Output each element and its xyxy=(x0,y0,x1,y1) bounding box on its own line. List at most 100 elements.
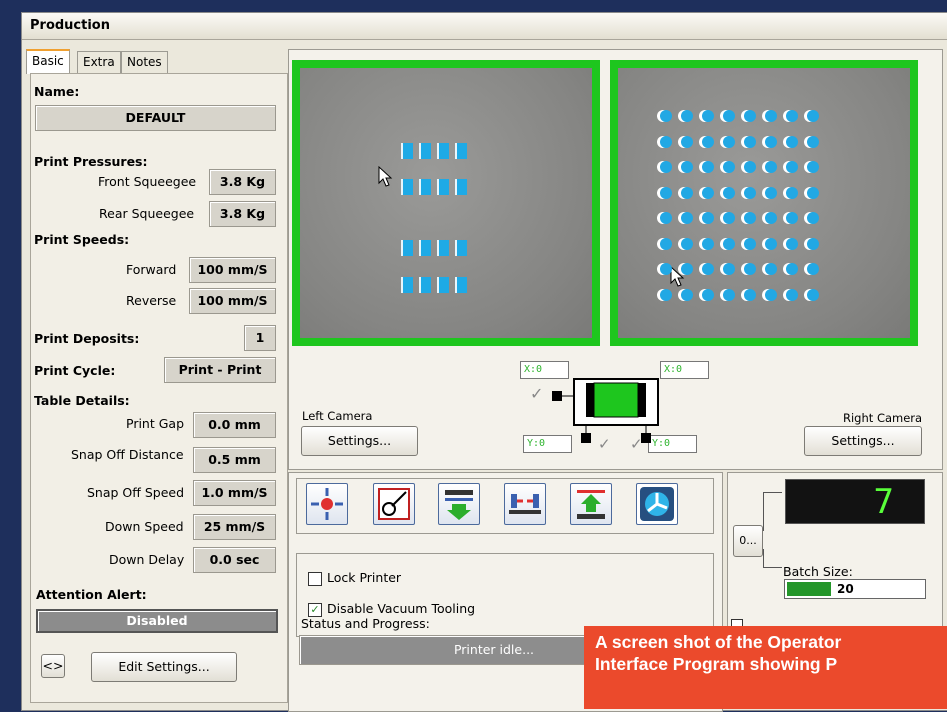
stencil-align-icon[interactable] xyxy=(504,483,546,525)
partial-checkbox[interactable] xyxy=(731,619,743,626)
svg-text:✓: ✓ xyxy=(630,435,643,451)
name-value: DEFAULT xyxy=(35,105,276,131)
solder-dot xyxy=(786,110,798,122)
batch-size-label: Batch Size: xyxy=(783,564,853,579)
solder-dot xyxy=(723,110,735,122)
snap-off-speed-label: Snap Off Speed xyxy=(87,485,185,500)
left-camera-image xyxy=(300,68,592,338)
counter-bracket-bottom xyxy=(763,549,782,568)
attention-alert-label: Attention Alert: xyxy=(36,587,147,602)
print-deposits-label: Print Deposits: xyxy=(34,331,140,346)
solder-dot xyxy=(786,237,798,250)
solder-dot xyxy=(681,110,693,122)
solder-dot xyxy=(807,110,819,122)
svg-text:✓: ✓ xyxy=(598,435,611,451)
right-camera-view xyxy=(610,60,918,346)
solder-dot xyxy=(744,110,756,122)
solder-dot xyxy=(660,186,672,199)
print-cycle-value: Print - Print xyxy=(164,357,276,383)
solder-dot xyxy=(723,161,735,173)
down-delay-label: Down Delay xyxy=(109,552,185,567)
squeegee-icon[interactable] xyxy=(373,483,415,525)
printer-diagram-icon: ✓ ✓ ✓ xyxy=(530,378,659,451)
fan-icon[interactable] xyxy=(636,483,678,525)
rear-squeegee-label: Rear Squeegee xyxy=(99,206,195,221)
solder-dot xyxy=(702,135,714,148)
print-gap-value: 0.0 mm xyxy=(193,412,276,438)
solder-dot xyxy=(765,161,777,173)
forward-speed-value: 100 mm/S xyxy=(189,257,276,283)
solder-dot xyxy=(765,263,777,275)
solder-dot xyxy=(786,263,798,275)
solder-dot xyxy=(786,212,798,224)
solder-dot xyxy=(681,186,693,199)
snap-off-distance-value: 0.5 mm xyxy=(193,447,276,473)
left-camera-view xyxy=(292,60,600,346)
unload-board-icon[interactable] xyxy=(570,483,612,525)
right-camera-settings-button[interactable]: Settings... xyxy=(804,426,922,456)
counter-bracket-top xyxy=(763,492,782,531)
attention-alert-value: Disabled xyxy=(36,609,278,633)
batch-size-field[interactable]: 20 xyxy=(784,579,926,599)
status-label: Status and Progress: xyxy=(301,616,430,631)
solder-dot xyxy=(702,263,714,275)
front-squeegee-value: 3.8 Kg xyxy=(209,169,276,195)
solder-dot xyxy=(807,186,819,199)
solder-dot xyxy=(681,161,693,173)
toggle-panel-button[interactable]: <> xyxy=(41,654,65,678)
left-camera-settings-button[interactable]: Settings... xyxy=(301,426,418,456)
solder-dot xyxy=(723,135,735,148)
tab-basic[interactable]: Basic xyxy=(26,49,70,74)
edit-settings-button[interactable]: Edit Settings... xyxy=(91,652,237,682)
solder-dot xyxy=(660,161,672,173)
forward-label: Forward xyxy=(126,262,177,277)
solder-dot xyxy=(660,263,672,275)
table-details-label: Table Details: xyxy=(34,393,130,408)
production-window: Production Basic Extra Notes Name: DEFAU… xyxy=(21,12,947,712)
svg-text:✓: ✓ xyxy=(530,384,543,403)
solder-dot xyxy=(765,186,777,199)
align-target-icon[interactable] xyxy=(306,483,348,525)
solder-dot xyxy=(681,288,693,301)
print-deposits-value: 1 xyxy=(244,325,276,351)
batch-size-value: 20 xyxy=(837,582,854,596)
snap-off-distance-label: Snap Off Distance xyxy=(71,447,184,462)
solder-dot xyxy=(807,263,819,275)
disable-vacuum-checkbox[interactable]: ✓ xyxy=(308,603,322,617)
solder-dot xyxy=(786,161,798,173)
snap-off-speed-value: 1.0 mm/S xyxy=(193,480,276,506)
solder-dot xyxy=(807,161,819,173)
basic-settings-panel: Name: DEFAULT Print Pressures: Front Squ… xyxy=(30,73,288,703)
name-label: Name: xyxy=(34,84,80,99)
down-speed-value: 25 mm/S xyxy=(193,514,276,540)
load-board-icon[interactable] xyxy=(438,483,480,525)
solder-dot xyxy=(807,288,819,301)
solder-dot xyxy=(723,237,735,250)
solder-dot xyxy=(702,110,714,122)
down-delay-value: 0.0 sec xyxy=(193,547,276,573)
solder-dot xyxy=(681,237,693,250)
tab-notes[interactable]: Notes xyxy=(121,51,168,73)
solder-dot xyxy=(681,135,693,148)
batch-reset-button[interactable]: 0... xyxy=(733,525,763,557)
solder-dot xyxy=(660,237,672,250)
solder-dot xyxy=(807,135,819,148)
tab-extra[interactable]: Extra xyxy=(77,51,121,73)
solder-dot xyxy=(744,237,756,250)
caption-line-1: A screen shot of the Operator xyxy=(595,632,842,652)
solder-dot xyxy=(744,288,756,301)
solder-dot xyxy=(723,263,735,275)
solder-dot xyxy=(660,135,672,148)
solder-dot xyxy=(723,288,735,301)
solder-dot xyxy=(744,135,756,148)
reverse-speed-value: 100 mm/S xyxy=(189,288,276,314)
solder-dot xyxy=(744,161,756,173)
solder-dot xyxy=(765,212,777,224)
disable-vacuum-label: Disable Vacuum Tooling xyxy=(327,601,476,616)
left-camera-label: Left Camera xyxy=(302,409,373,423)
cursor-icon xyxy=(378,166,393,187)
solder-dot xyxy=(765,288,777,301)
lock-printer-label: Lock Printer xyxy=(327,570,402,585)
solder-dot xyxy=(786,288,798,301)
lock-printer-checkbox[interactable] xyxy=(308,572,322,586)
